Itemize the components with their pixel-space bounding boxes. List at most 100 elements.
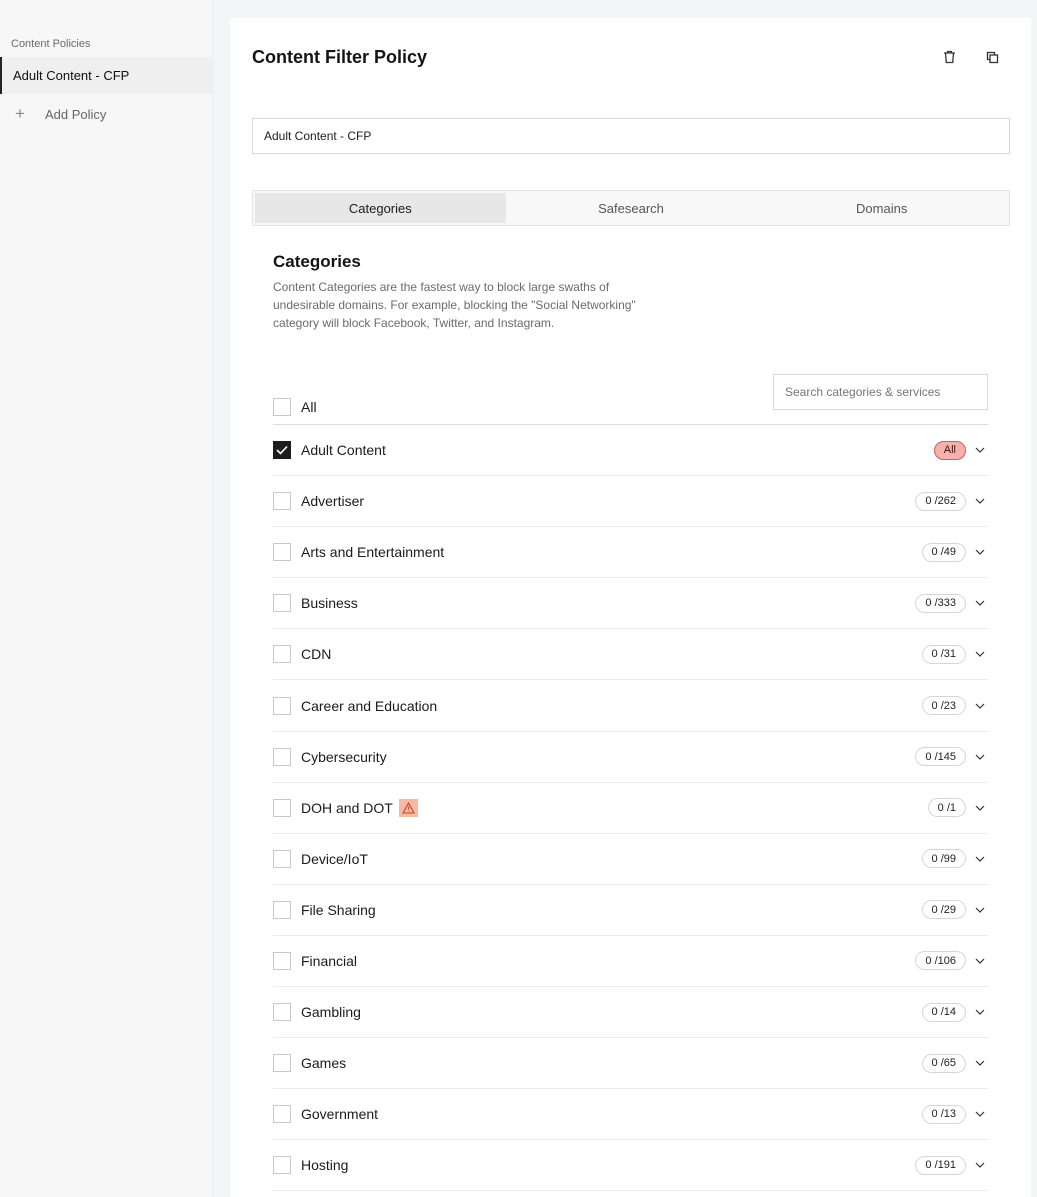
category-checkbox[interactable]	[273, 951, 291, 970]
chevron-down-icon[interactable]	[973, 443, 987, 457]
count-badge: 0 /333	[915, 593, 966, 613]
delete-button[interactable]	[938, 46, 960, 68]
category-row-advertiser[interactable]: Advertiser 0 /262	[273, 476, 988, 528]
category-row-career-and-education[interactable]: Career and Education 0 /23	[273, 680, 988, 732]
category-checkbox[interactable]	[273, 543, 291, 562]
tab-categories[interactable]: Categories	[255, 193, 506, 223]
category-label: File Sharing	[301, 901, 376, 918]
chevron-down-icon[interactable]	[973, 1158, 987, 1172]
category-label: Cybersecurity	[301, 748, 387, 765]
category-list: Adult Content All Advertiser 0 /262 Arts…	[273, 425, 988, 1192]
policy-tabs: Categories Safesearch Domains	[252, 190, 1010, 226]
copy-icon	[986, 51, 998, 63]
category-checkbox[interactable]	[273, 492, 291, 511]
category-label: Career and Education	[301, 697, 438, 714]
duplicate-button[interactable]	[981, 46, 1003, 68]
chevron-down-icon[interactable]	[973, 903, 987, 917]
policy-name-input[interactable]	[252, 118, 1010, 154]
chevron-down-icon[interactable]	[973, 1005, 987, 1019]
count-badge: 0 /31	[921, 644, 966, 664]
category-checkbox[interactable]	[273, 900, 291, 919]
chevron-down-icon[interactable]	[973, 1107, 987, 1121]
count-badge: 0 /1	[927, 798, 966, 818]
count-badge: All	[933, 440, 966, 460]
chevron-down-icon[interactable]	[973, 545, 987, 559]
category-checkbox[interactable]	[273, 1003, 291, 1022]
all-row: All	[273, 390, 988, 425]
count-badge: 0 /14	[921, 1002, 966, 1022]
category-row-financial[interactable]: Financial 0 /106	[273, 936, 988, 988]
category-label: DOH and DOT	[301, 799, 393, 816]
chevron-down-icon[interactable]	[973, 750, 987, 764]
category-label: Arts and Entertainment	[301, 544, 445, 561]
count-badge: 0 /65	[921, 1053, 966, 1073]
category-checkbox[interactable]	[273, 594, 291, 613]
categories-section: Categories Content Categories are the fa…	[273, 252, 988, 332]
category-checkbox[interactable]	[273, 849, 291, 868]
chevron-down-icon[interactable]	[973, 494, 987, 508]
category-label: Hosting	[301, 1157, 349, 1174]
sidebar-item-label: Adult Content - CFP	[13, 68, 130, 83]
sidebar-heading: Content Policies	[11, 38, 91, 50]
category-row-device-iot[interactable]: Device/IoT 0 /99	[273, 834, 988, 885]
category-label: CDN	[301, 646, 332, 663]
tab-safesearch[interactable]: Safesearch	[506, 193, 757, 223]
chevron-down-icon[interactable]	[973, 647, 987, 661]
add-policy-button[interactable]: + Add Policy	[12, 103, 106, 125]
sidebar: Content Policies Adult Content - CFP + A…	[0, 0, 214, 1197]
chevron-down-icon[interactable]	[973, 1056, 987, 1070]
category-checkbox[interactable]	[273, 798, 291, 817]
policy-panel: Content Filter Policy Categories Safesea…	[230, 18, 1031, 1197]
category-row-adult-content[interactable]: Adult Content All	[273, 425, 988, 477]
category-checkbox[interactable]	[273, 1156, 291, 1175]
category-label: Business	[301, 595, 358, 612]
count-badge: 0 /145	[915, 747, 966, 767]
count-badge: 0 /99	[921, 849, 966, 869]
count-badge: 0 /29	[921, 900, 966, 920]
category-row-business[interactable]: Business 0 /333	[273, 578, 988, 630]
all-checkbox[interactable]	[273, 398, 291, 416]
category-checkbox[interactable]	[273, 1105, 291, 1124]
all-label: All	[301, 399, 317, 415]
warning-icon	[398, 798, 418, 817]
category-row-arts-and-entertainment[interactable]: Arts and Entertainment 0 /49	[273, 527, 988, 579]
add-policy-label: Add Policy	[45, 106, 107, 122]
category-row-gambling[interactable]: Gambling 0 /14	[273, 987, 988, 1039]
category-label: Adult Content	[301, 442, 386, 459]
category-row-hosting[interactable]: Hosting 0 /191	[273, 1140, 988, 1192]
category-row-file-sharing[interactable]: File Sharing 0 /29	[273, 885, 988, 936]
category-checkbox[interactable]	[273, 441, 291, 460]
tab-domains[interactable]: Domains	[756, 193, 1007, 223]
page-title: Content Filter Policy	[252, 47, 428, 67]
category-checkbox[interactable]	[273, 1054, 291, 1073]
category-row-games[interactable]: Games 0 /65	[273, 1038, 988, 1090]
category-label: Games	[301, 1055, 347, 1072]
section-description: Content Categories are the fastest way t…	[273, 280, 636, 330]
count-badge: 0 /23	[921, 696, 966, 716]
chevron-down-icon[interactable]	[973, 699, 987, 713]
count-badge: 0 /262	[915, 491, 966, 511]
category-label: Device/IoT	[301, 850, 368, 867]
count-badge: 0 /191	[915, 1155, 966, 1175]
category-label: Financial	[301, 952, 358, 969]
count-badge: 0 /106	[915, 951, 966, 971]
chevron-down-icon[interactable]	[973, 801, 987, 815]
category-checkbox[interactable]	[273, 645, 291, 664]
checkmark-icon	[276, 446, 288, 455]
trash-icon	[943, 50, 955, 64]
category-row-cybersecurity[interactable]: Cybersecurity 0 /145	[273, 732, 988, 783]
category-checkbox[interactable]	[273, 696, 291, 715]
plus-icon: +	[15, 104, 25, 123]
category-checkbox[interactable]	[273, 747, 291, 766]
category-row-doh-and-dot[interactable]: DOH and DOT 0 /1	[273, 783, 988, 834]
category-row-cdn[interactable]: CDN 0 /31	[273, 629, 988, 681]
count-badge: 0 /49	[921, 542, 966, 562]
chevron-down-icon[interactable]	[973, 852, 987, 866]
chevron-down-icon[interactable]	[973, 596, 987, 610]
category-row-government[interactable]: Government 0 /13	[273, 1089, 988, 1141]
category-label: Advertiser	[301, 493, 365, 510]
sidebar-item-adult-content-cfp[interactable]: Adult Content - CFP	[0, 57, 214, 94]
chevron-down-icon[interactable]	[973, 954, 987, 968]
category-label: Government	[301, 1106, 379, 1123]
count-badge: 0 /13	[921, 1104, 966, 1124]
